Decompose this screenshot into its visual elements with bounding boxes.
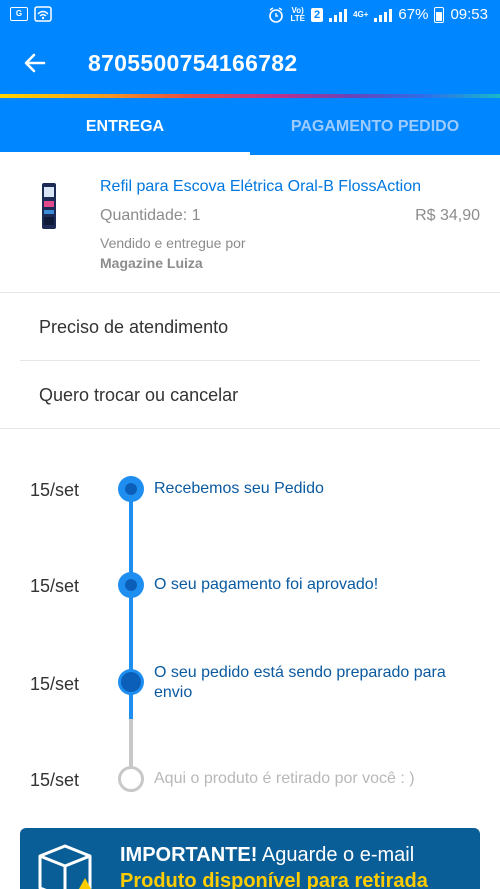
status-left-icons: G bbox=[10, 6, 52, 22]
important-notice: IMPORTANTE! Aguarde o e-mail Produto dis… bbox=[20, 828, 480, 889]
tab-entrega-label: ENTREGA bbox=[85, 117, 165, 135]
sold-by-label: Vendido e entregue por bbox=[100, 235, 246, 251]
menu-item-atendimento[interactable]: Preciso de atendimento bbox=[20, 294, 480, 361]
delivery-timeline: 15/set Recebemos seu Pedido 15/set O seu… bbox=[0, 429, 500, 819]
notification-icon: G bbox=[10, 7, 28, 21]
notice-title-text: Aguarde o e-mail bbox=[257, 844, 415, 866]
step-done-icon bbox=[118, 572, 144, 598]
menu-item-label: Preciso de atendimento bbox=[39, 316, 229, 337]
sim-badge: 2 bbox=[310, 7, 324, 22]
battery-icon bbox=[434, 6, 445, 23]
package-warning-icon bbox=[38, 844, 92, 889]
signal-icon-2 bbox=[374, 8, 393, 22]
step-date: 15/set bbox=[30, 480, 80, 500]
arrow-left-icon[interactable] bbox=[20, 48, 50, 78]
volte-indicator: Vo) LTE bbox=[290, 6, 305, 23]
step-date: 15/set bbox=[30, 770, 80, 790]
tab-pagamento-label: PAGAMENTO PEDIDO bbox=[290, 117, 460, 135]
product-price: R$ 34,90 bbox=[415, 207, 480, 224]
volte-bottom: LTE bbox=[290, 13, 305, 23]
app-bar: 8705500754166782 bbox=[0, 32, 500, 94]
step-current-icon bbox=[118, 669, 144, 695]
step-pending-icon bbox=[118, 766, 144, 792]
step-date: 15/set bbox=[30, 674, 80, 694]
tab-bar: ENTREGA PAGAMENTO PEDIDO bbox=[0, 98, 500, 155]
product-image bbox=[42, 183, 56, 229]
tab-pagamento-pedido[interactable]: PAGAMENTO PEDIDO bbox=[250, 98, 500, 155]
wifi-icon bbox=[34, 6, 52, 22]
step-label: Aqui o produto é retirado por você : ) bbox=[154, 770, 415, 787]
menu-item-trocar-cancelar[interactable]: Quero trocar ou cancelar bbox=[20, 362, 480, 429]
menu-item-label: Quero trocar ou cancelar bbox=[39, 385, 239, 405]
step-label: O seu pedido está sendo preparado para e… bbox=[154, 664, 446, 701]
status-bar: G Vo) LTE 2 4G+ 67% 09:53 bbox=[0, 0, 500, 32]
battery-percent: 67% bbox=[398, 6, 429, 23]
step-label: O seu pagamento foi aprovado! bbox=[154, 576, 379, 593]
product-name-link[interactable]: Refil para Escova Elétrica Oral-B FlossA… bbox=[100, 178, 421, 196]
tab-entrega[interactable]: ENTREGA bbox=[0, 98, 250, 155]
step-date: 15/set bbox=[30, 576, 80, 596]
network-type-label: 4G+ bbox=[353, 9, 369, 19]
signal-icon bbox=[329, 8, 348, 22]
product-quantity: Quantidade: 1 bbox=[100, 207, 201, 224]
status-right-icons: Vo) LTE 2 4G+ 67% 09:53 bbox=[268, 6, 488, 23]
alarm-icon bbox=[269, 6, 284, 23]
step-done-icon bbox=[118, 476, 144, 502]
seller-name: Magazine Luiza bbox=[100, 255, 203, 271]
page-title: 8705500754166782 bbox=[88, 50, 298, 76]
notice-subtitle: Produto disponível para retirada bbox=[120, 870, 428, 889]
notice-title-bold: IMPORTANTE! bbox=[120, 844, 258, 866]
step-label: Recebemos seu Pedido bbox=[154, 480, 324, 497]
notice-title: IMPORTANTE! Aguarde o e-mail bbox=[120, 844, 414, 867]
clock: 09:53 bbox=[450, 6, 488, 23]
product-card: Refil para Escova Elétrica Oral-B FlossA… bbox=[0, 155, 500, 293]
